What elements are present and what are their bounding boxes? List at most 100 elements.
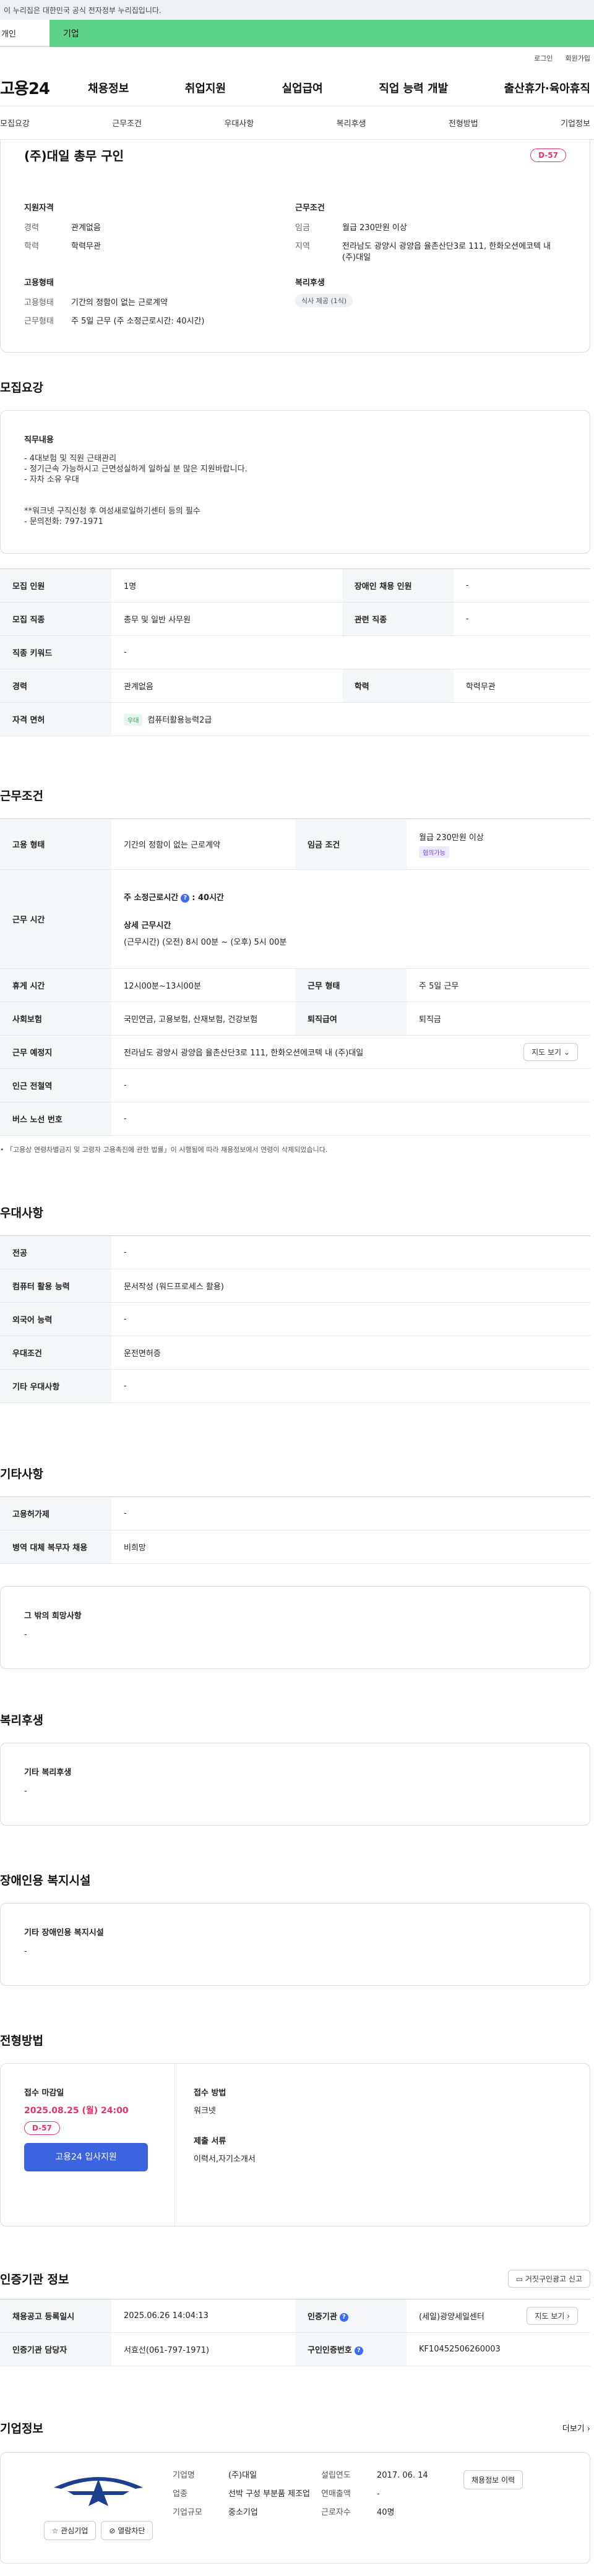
map-button-label: 지도 보기	[532, 1048, 562, 1057]
apply-button[interactable]: 고용24 입사지원	[24, 2143, 148, 2171]
company-logo-area: ☆ 관심기업 ⊘ 열람차단	[24, 2470, 173, 2546]
time-cell: 주 소정근로시간?: 40시간 상세 근무시간 (근무시간) (오전) 8시 0…	[111, 869, 590, 969]
utility-bar: 로그인 회원가입	[0, 47, 594, 69]
place-cell: 전라남도 광양시 광양읍 율촌산단3로 111, 한화오션에코텍 내 (주)대일…	[111, 1035, 590, 1069]
emp1-label: 고용형태	[24, 298, 54, 307]
license-label: 자격 면허	[0, 702, 111, 736]
gnb-item-unemployment[interactable]: 실업급여	[282, 80, 323, 96]
related-label: 관련 직종	[342, 602, 454, 636]
major-value: -	[111, 1235, 590, 1269]
gnb-item-training[interactable]: 직업 능력 개발	[379, 80, 448, 96]
recruit-section-title: 모집요강	[0, 381, 43, 395]
gnb-item-support[interactable]: 취업지원	[185, 80, 226, 96]
station-value: -	[111, 1068, 590, 1102]
worktype-label: 근무 형태	[295, 968, 407, 1002]
auth-section-title: 인증기관 정보	[0, 2273, 69, 2286]
keyword-label: 직종 키워드	[0, 635, 111, 669]
place-value: 전라남도 광양시 광양읍 율촌산단3로 111, 한화오션에코텍 내 (주)대일	[124, 1049, 364, 1058]
history-button[interactable]: 채용정보 이력	[463, 2470, 523, 2489]
lang-label: 외국어 능력	[0, 1302, 111, 1336]
help-icon[interactable]: ?	[339, 2312, 348, 2322]
method-title: 접수 방법	[194, 2089, 226, 2098]
global-nav: 고용24 채용정보 취업지원 실업급여 직업 능력 개발 출산휴가·육아휴직	[0, 69, 594, 106]
recruit-table: 모집 인원 1명 장애인 채용 인원 - 모집 직종 총무 및 일반 사무원 관…	[0, 569, 590, 736]
career-value: 관계없음	[71, 223, 101, 233]
table-row: 고용 형태 기간의 정함이 없는 근로계약 임금 조건 월급 230만원 이상 협…	[0, 818, 590, 870]
condition-table: 고용 형태 기간의 정함이 없는 근로계약 임금 조건 월급 230만원 이상 협…	[0, 818, 590, 1136]
industry-value: 선박 구성 부분품 제조업	[228, 2489, 310, 2499]
block-label: 열람차단	[118, 2527, 145, 2535]
tab-company-label: 기업	[63, 29, 79, 39]
join-link[interactable]: 회원가입	[566, 53, 590, 63]
subnav-process[interactable]: 전형방법	[449, 117, 478, 129]
size-value: 중소기업	[228, 2508, 258, 2517]
interest-button[interactable]: ☆ 관심기업	[43, 2521, 97, 2540]
chevron-right-icon: ›	[587, 2424, 590, 2434]
block-button[interactable]: ⊘ 열람차단	[101, 2521, 153, 2540]
gnb-item-jobs[interactable]: 채용정보	[88, 80, 129, 96]
age-note: • 「고용상 연령차별금지 및 고령자 고용촉진에 관한 법률」이 시행됨에 따…	[0, 1146, 328, 1154]
subnav-company[interactable]: 기업정보	[561, 117, 590, 129]
emp2-label: 근무형태	[24, 317, 54, 326]
table-row: 기타 우대사항 -	[0, 1369, 590, 1403]
subnav-recruit[interactable]: 모집요강	[0, 117, 30, 129]
subnav-welfare[interactable]: 복리후생	[337, 117, 366, 129]
tab-company[interactable]: 기업	[50, 20, 594, 47]
weekly-hours: 주 소정근로시간?: 40시간	[124, 891, 578, 903]
count-value: 1명	[111, 569, 342, 603]
table-row: 외국어 능력 -	[0, 1302, 590, 1336]
tab-personal[interactable]: 개인	[0, 20, 50, 47]
weekly-hours-label: 주 소정근로시간	[124, 893, 179, 903]
subnav-pref[interactable]: 우대사항	[224, 117, 254, 129]
other-table: 고용허가제 - 병역 대체 복무자 채용 비희망	[0, 1496, 590, 1564]
reg-date-label: 채용공고 등록일시	[0, 2299, 111, 2333]
gnb-item-leave[interactable]: 출산휴가·육아휴직	[504, 80, 590, 96]
table-row: 직종 키워드 -	[0, 635, 590, 669]
facility-box: 기타 장애인용 복지시설 -	[0, 1903, 590, 1986]
id-label-cell: 구인인증번호?	[295, 2332, 407, 2366]
table-row: 모집 직종 총무 및 일반 사무원 관련 직종 -	[0, 602, 590, 636]
table-row: 고용허가제 -	[0, 1496, 590, 1531]
permit-value: -	[111, 1496, 590, 1531]
etc-label: 기타 우대사항	[0, 1369, 111, 1403]
login-link[interactable]: 로그인	[534, 53, 553, 63]
summary-qualification: 지원자격 경력 관계없음 학력 학력무관 고용형태 고용형태 기간의 정함이 없는 근…	[24, 201, 295, 335]
company-more-link[interactable]: 더보기 ›	[562, 2422, 590, 2434]
region-label: 지역	[295, 242, 310, 251]
edu-value: 학력무관	[71, 242, 101, 251]
more-label: 더보기	[562, 2424, 585, 2434]
chevron-down-icon: ⌄	[563, 1048, 570, 1057]
size-label: 기업규모	[173, 2508, 202, 2517]
cond-value: 운전면허증	[111, 1336, 590, 1370]
map-button[interactable]: 지도 보기 ⌄	[523, 1043, 578, 1061]
company-card: ☆ 관심기업 ⊘ 열람차단 기업명 (주)대일 업종 선박 구성 부분품 제조업 기…	[0, 2452, 590, 2564]
name-label: 기업명	[173, 2471, 195, 2480]
subnav-condition[interactable]: 근무조건	[112, 117, 142, 129]
process-deadline: 접수 마감일 2025.08.25 (월) 24:00 D-57 고용24 입사…	[1, 2064, 175, 2226]
report-button[interactable]: ▭ 거짓구인광고 신고	[507, 2270, 590, 2288]
docs-title: 제출 서류	[194, 2137, 226, 2146]
table-row: 버스 노선 번호 -	[0, 1102, 590, 1136]
detail-value: (근무시간) (오전) 8시 00분 ~ (오후) 5시 00분	[124, 938, 287, 947]
emp-label: 고용 형태	[0, 818, 111, 870]
emp-title: 고용형태	[24, 278, 54, 288]
site-logo[interactable]: 고용24	[0, 76, 50, 99]
wage-cond-value: 월급 230만원 이상	[419, 833, 484, 843]
audience-tabs: 개인 기업	[0, 20, 594, 47]
agency-map-button[interactable]: 지도 보기 ›	[527, 2307, 578, 2325]
license-value: 컴퓨터활용능력2급	[147, 715, 212, 725]
insurance-label: 사회보험	[0, 1002, 111, 1036]
chevron-right-icon: ›	[567, 2312, 570, 2321]
job-value: 총무 및 일반 사무원	[111, 602, 342, 636]
etc-value: -	[111, 1369, 590, 1403]
retire-value: 퇴직금	[407, 1002, 590, 1036]
place-label: 근무 예정지	[0, 1035, 111, 1069]
work-title: 근무조건	[295, 204, 325, 213]
help-icon[interactable]: ?	[181, 893, 190, 903]
help-icon[interactable]: ?	[354, 2346, 363, 2355]
disabled-value: -	[453, 569, 590, 603]
method-value: 워크넷	[194, 2106, 216, 2116]
welfare-section-title: 복리후생	[0, 1714, 43, 1727]
process-method: 접수 방법 워크넷 제출 서류 이력서,자기소개서	[175, 2064, 590, 2226]
computer-label: 컴퓨터 활용 능력	[0, 1269, 111, 1303]
